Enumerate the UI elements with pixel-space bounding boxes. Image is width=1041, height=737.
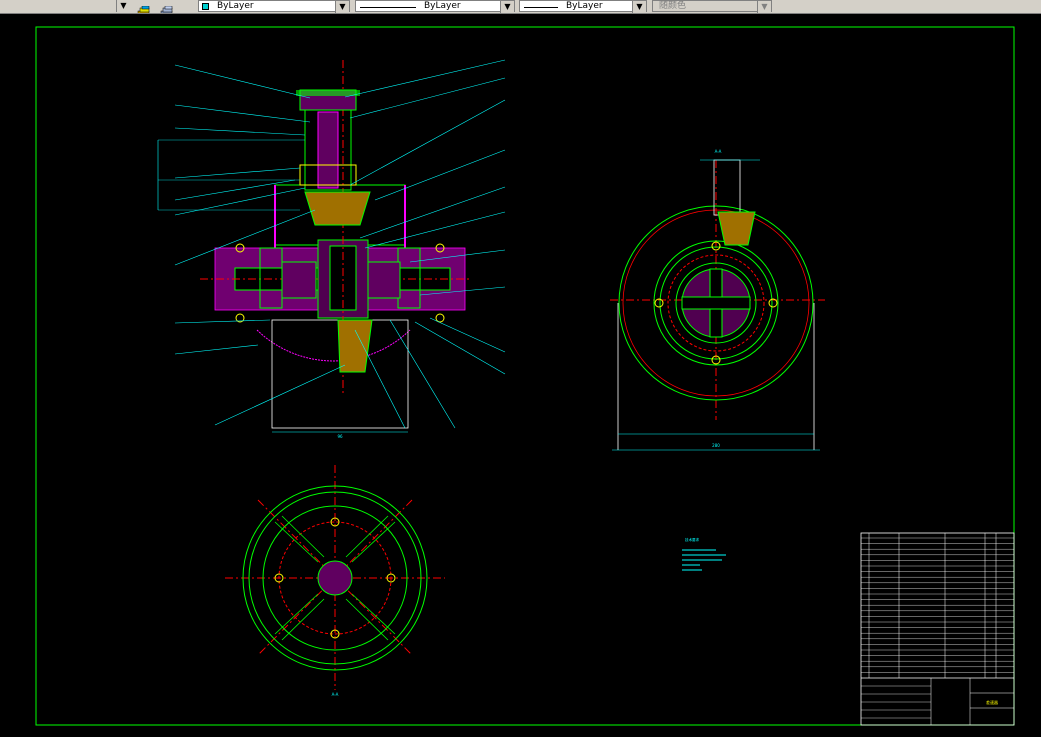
dim-main-width: 96 — [337, 434, 343, 439]
chevron-down-icon[interactable]: ▼ — [757, 1, 771, 13]
section-label-bottom: A-A — [332, 692, 339, 697]
side-view: A-A 280 — [610, 149, 825, 451]
plotstyle-value: 随颜色 — [659, 1, 687, 11]
line-sample-icon — [524, 7, 558, 8]
properties-toolbar: ▼ ByLayer ▼ ByLayer ▼ ByLayer ▼ 随颜色 ▼ — [0, 0, 1041, 14]
dim-side-width: 280 — [712, 443, 720, 448]
layer-stack-icon[interactable] — [137, 1, 151, 13]
linetype-dropdown[interactable]: ByLayer ▼ — [198, 0, 350, 13]
line-sample-icon — [360, 7, 416, 8]
lineweight-dropdown[interactable]: ByLayer ▼ — [355, 0, 515, 13]
chevron-down-icon[interactable]: ▼ — [500, 1, 514, 13]
linetype-value: ByLayer — [217, 1, 254, 11]
color-swatch-icon — [202, 3, 209, 10]
layer-manager-icon[interactable] — [160, 1, 174, 13]
drawing-frame — [35, 26, 1015, 726]
title-block: 差速器 — [860, 532, 1015, 726]
plotstyle-dropdown[interactable]: 随颜色 ▼ — [652, 0, 772, 13]
chevron-down-icon[interactable]: ▼ — [335, 1, 349, 13]
drawing-title: 差速器 — [986, 699, 998, 705]
bottom-view: A-A — [225, 465, 445, 697]
chevron-down-icon[interactable]: ▼ — [116, 0, 130, 12]
chevron-down-icon[interactable]: ▼ — [632, 1, 646, 13]
tech-notes-title: 技术要求 — [685, 537, 699, 542]
section-label-top: A-A — [715, 149, 722, 154]
lineweight-value: ByLayer — [424, 1, 461, 11]
leader-lines-right — [344, 59, 506, 429]
drawing-canvas[interactable]: 96 A-A 280 A-A 技术要求 差速器 — [0, 14, 1041, 737]
linestyle-value: ByLayer — [566, 1, 603, 11]
front-section-view: 96 — [157, 59, 506, 439]
linestyle-dropdown[interactable]: ByLayer ▼ — [519, 0, 647, 13]
technical-notes: 技术要求 — [682, 537, 726, 571]
